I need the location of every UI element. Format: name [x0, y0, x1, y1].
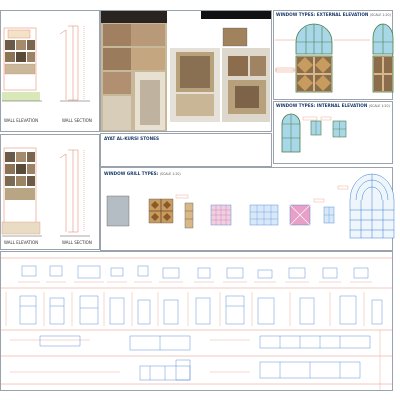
- drawing-sheet: WALL ELEVATION WALL SECTION WALL ELEVATI…: [0, 0, 400, 400]
- window-external-scale: (SCALE 1:20): [369, 13, 391, 17]
- grill-tile-4: [148, 198, 174, 224]
- details-row-2: [19, 295, 383, 325]
- window-external-left: [295, 23, 333, 93]
- wall-section-top: [59, 25, 90, 102]
- grill-solid: [106, 195, 130, 227]
- details-grid: [0, 257, 393, 385]
- window-internal-small-1: [310, 120, 322, 136]
- grill-pink-grid: [210, 204, 232, 226]
- wall-section-bottom: [59, 149, 90, 237]
- details-row-3: [39, 335, 371, 351]
- grill-arched: [349, 173, 395, 239]
- photo-dark-strip: [201, 11, 271, 19]
- window-external-right: [372, 23, 394, 93]
- details-row-1: [21, 265, 369, 279]
- details-row-4: [139, 359, 361, 381]
- wall-elevation-top-drawing: [0, 11, 395, 390]
- window-grill-title-text: WINDOW GRILL TYPES:: [104, 171, 159, 176]
- grill-narrow: [184, 202, 194, 229]
- photo-corridor: [101, 11, 167, 131]
- window-internal-title-text: WINDOW TYPES: INTERNAL ELEVATION: [276, 103, 368, 108]
- window-internal-title: WINDOW TYPES: INTERNAL ELEVATION (SCALE …: [276, 103, 390, 108]
- window-internal-main: [281, 113, 301, 153]
- wall-elevation-label: WALL ELEVATION: [4, 118, 39, 123]
- window-internal-scale: (SCALE 1:20): [368, 104, 390, 108]
- wall-section-label: WALL SECTION: [62, 118, 92, 123]
- grill-blue-grid: [249, 204, 279, 226]
- photo-stones: [170, 27, 270, 122]
- wall-elevation-top: [2, 27, 42, 102]
- ayat-title: AYAT AL-KURSI STONES: [104, 136, 159, 141]
- window-external-title-text: WINDOW TYPES: EXTERNAL ELEVATION: [276, 12, 369, 17]
- wall-elevation-label: WALL ELEVATION: [4, 240, 39, 245]
- wall-elevation-bottom: [1, 147, 42, 237]
- grill-pink-pattern: [289, 204, 311, 226]
- wall-section-label: WALL SECTION: [62, 240, 92, 245]
- window-external-title: WINDOW TYPES: EXTERNAL ELEVATION (SCALE …: [276, 12, 391, 17]
- window-grill-title: WINDOW GRILL TYPES: (SCALE 1:20): [104, 171, 181, 176]
- window-internal-small-2: [332, 120, 347, 138]
- window-grill-scale: (SCALE 1:20): [159, 172, 181, 176]
- grill-blue-small: [323, 206, 335, 224]
- details-row-2-dims: [5, 292, 365, 326]
